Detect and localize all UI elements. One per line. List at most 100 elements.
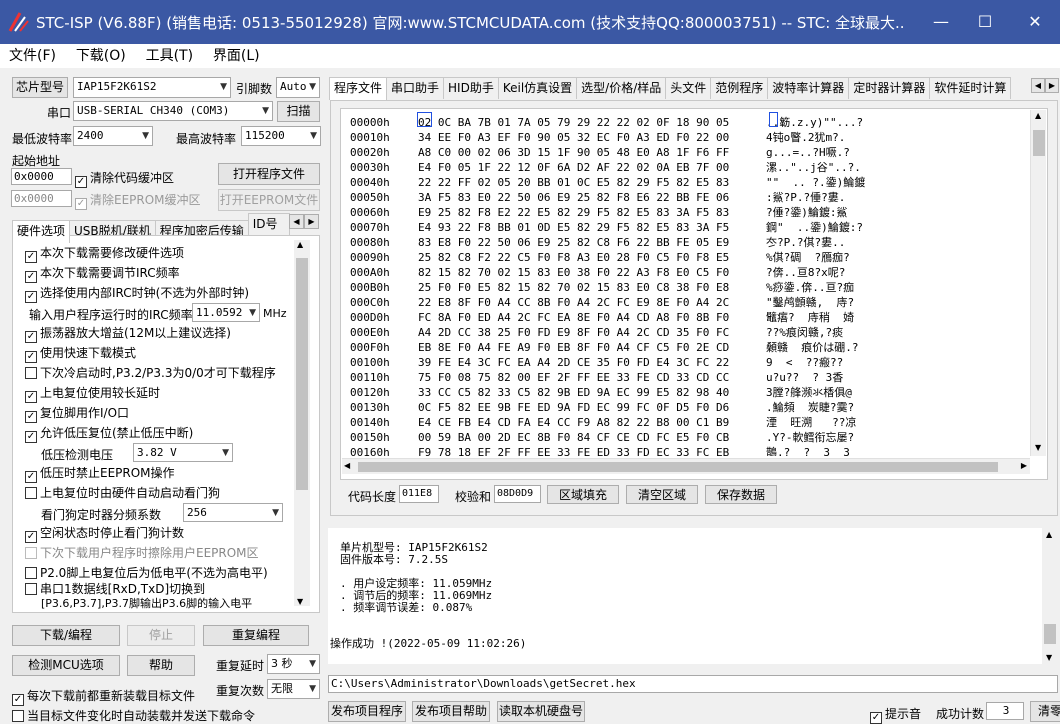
tab-scroll-left-icon[interactable]: ◀ — [289, 214, 304, 229]
hw-option-8[interactable]: 复位脚用作I/O口 — [25, 405, 129, 423]
clear-code-checkbox[interactable]: 清除代码缓冲区 — [75, 169, 174, 188]
clear-code-text: 清除代码缓冲区 — [90, 171, 175, 185]
hex-vertical-scrollbar[interactable]: ▲ ▼ — [1030, 110, 1046, 456]
scroll-thumb[interactable] — [358, 462, 998, 472]
hw-option-12[interactable]: 空闲状态时停止看门狗计数 — [25, 525, 184, 543]
low-voltage-select[interactable]: 3.82 V ▼ — [133, 443, 233, 462]
close-button[interactable]: ✕ — [1012, 6, 1058, 38]
watchdog-divider-select[interactable]: 256 ▼ — [183, 503, 283, 522]
save-data-button[interactable]: 保存数据 — [705, 485, 777, 504]
port-select[interactable]: USB-SERIAL CH340 (COM3) ▼ — [73, 101, 273, 121]
hex-row: 000A0h 82 15 82 70 02 15 83 E0 38 F0 22 A… — [350, 266, 846, 279]
right-tab-scroll-right-icon[interactable]: ▶ — [1045, 78, 1059, 93]
hex-horizontal-scrollbar[interactable]: ◀ ▶ — [342, 458, 1030, 474]
scroll-down-icon[interactable]: ▼ — [297, 597, 303, 606]
check-icon — [25, 291, 37, 303]
beep-checkbox[interactable]: 提示音 — [870, 705, 921, 724]
open-program-file-button[interactable]: 打开程序文件 — [218, 163, 320, 185]
scroll-thumb[interactable] — [296, 258, 308, 490]
scroll-thumb[interactable] — [1033, 130, 1045, 156]
scroll-left-icon[interactable]: ◀ — [344, 461, 350, 470]
scroll-thumb[interactable] — [1044, 624, 1056, 644]
info-log-scrollbar[interactable]: ▲ ▼ — [1042, 528, 1058, 664]
help-button[interactable]: 帮助 — [127, 655, 195, 676]
hex-editor[interactable]: 00000h 02 0C BA 7B 01 7A 05 79 29 22 22 0… — [342, 110, 1028, 456]
maximize-button[interactable]: ☐ — [962, 6, 1008, 38]
pins-label: 引脚数 — [236, 82, 273, 96]
start-address-label: 起始地址 — [12, 154, 61, 168]
auto-reload-text: 当目标文件变化时自动装载并发送下载命令 — [27, 709, 256, 723]
repeat-count-select[interactable]: 无限 ▼ — [267, 679, 320, 699]
watchdog-divider-label: 看门狗定时器分频系数 — [41, 508, 162, 522]
irc-frequency-select[interactable]: 11.0592 ▼ — [192, 303, 260, 322]
tab-program-file[interactable]: 程序文件 — [329, 77, 388, 100]
scroll-up-icon[interactable]: ▲ — [1035, 111, 1041, 120]
eeprom-address-input[interactable]: 0x0000 — [11, 190, 72, 207]
hw-option-13[interactable]: 下次下载用户程序时擦除用户EEPROM区 — [25, 545, 259, 561]
hw-option-11[interactable]: 上电复位时由硬件自动启动看门狗 — [25, 485, 220, 501]
scroll-down-icon[interactable]: ▼ — [1035, 443, 1041, 452]
hw-option-text: 本次下载需要修改硬件选项 — [40, 246, 185, 260]
max-baud-select[interactable]: 115200 ▼ — [241, 126, 321, 146]
tab-hid-assistant[interactable]: HID助手 — [443, 77, 499, 99]
hw-option-4[interactable]: 振荡器放大增益(12M以上建议选择) — [25, 325, 231, 343]
repeat-delay-select[interactable]: 3 秒 ▼ — [267, 654, 320, 674]
tab-selection-price[interactable]: 选型/价格/样品 — [576, 77, 667, 99]
scroll-right-icon[interactable]: ▶ — [1021, 461, 1027, 470]
hw-option-14[interactable]: P2.0脚上电复位后为低电平(不选为高电平) — [25, 565, 268, 581]
tab-serial-assistant[interactable]: 串口助手 — [386, 77, 445, 99]
clear-area-button[interactable]: 清空区域 — [626, 485, 698, 504]
tab-scroll-right-icon[interactable]: ▶ — [304, 214, 319, 229]
hw-option-6[interactable]: 下次冷启动时,P3.2/P3.3为0/0才可下载程序 — [25, 365, 276, 381]
stop-button[interactable]: 停止 — [127, 625, 195, 646]
tab-delay-calculator[interactable]: 软件延时计算 — [929, 77, 1012, 99]
tab-timer-calculator[interactable]: 定时器计算器 — [848, 77, 931, 99]
scroll-up-icon[interactable]: ▲ — [297, 240, 303, 249]
download-program-button[interactable]: 下载/编程 — [12, 625, 120, 646]
hw-option-3[interactable]: 选择使用内部IRC时钟(不选为外部时钟) — [25, 285, 249, 303]
menu-download[interactable]: 下载(O) — [67, 44, 133, 66]
read-disk-id-button[interactable]: 读取本机硬盘号 — [497, 701, 585, 722]
code-address-input[interactable]: 0x0000 — [11, 168, 72, 185]
publish-help-button[interactable]: 发布项目帮助 — [412, 701, 490, 722]
hw-options-scrollbar[interactable]: ▲ ▼ — [294, 240, 310, 606]
chip-model-button[interactable]: 芯片型号 — [12, 77, 68, 98]
minimize-button[interactable]: — — [918, 6, 964, 38]
hw-option-15[interactable]: 串口1数据线[RxD,TxD]切换到 — [25, 583, 205, 595]
repeat-program-button[interactable]: 重复编程 — [203, 625, 309, 646]
clear-eeprom-checkbox[interactable]: 清除EEPROM缓冲区 — [75, 191, 201, 210]
tab-hardware-options[interactable]: 硬件选项 — [12, 220, 71, 243]
hw-option-7[interactable]: 上电复位使用较长延时 — [25, 385, 160, 403]
hw-option-9[interactable]: 允许低压复位(禁止低压中断) — [25, 425, 193, 443]
tab-keil-settings[interactable]: Keil仿真设置 — [497, 77, 578, 99]
tab-header-file[interactable]: 头文件 — [665, 77, 712, 99]
auto-reload-checkbox[interactable]: 当目标文件变化时自动装载并发送下载命令 — [12, 707, 255, 724]
chip-model-select[interactable]: IAP15F2K61S2 ▼ — [73, 77, 231, 98]
reload-before-download-checkbox[interactable]: 每次下载前都重新装载目标文件 — [12, 687, 195, 706]
tab-example-programs[interactable]: 范例程序 — [710, 77, 769, 99]
hw-option-1[interactable]: 本次下载需要修改硬件选项 — [25, 245, 184, 263]
open-eeprom-file-button[interactable]: 打开EEPROM文件 — [218, 189, 320, 211]
hw-option-text: 复位脚用作I/O口 — [40, 406, 130, 420]
scan-button[interactable]: 扫描 — [277, 101, 320, 122]
publish-project-button[interactable]: 发布项目程序 — [328, 701, 406, 722]
scroll-up-icon[interactable]: ▲ — [1046, 530, 1052, 539]
info-log: 单片机型号: IAP15F2K61S2 固件版本号: 7.2.5S . 用户设定… — [328, 528, 1058, 664]
pins-select[interactable]: Auto ▼ — [276, 77, 320, 98]
hw-option-2[interactable]: 本次下载需要调节IRC频率 — [25, 265, 180, 283]
check-icon — [25, 471, 37, 483]
scroll-down-icon[interactable]: ▼ — [1046, 653, 1052, 662]
detect-mcu-button[interactable]: 检测MCU选项 — [12, 655, 120, 676]
tab-id[interactable]: ID号 — [247, 213, 290, 235]
right-tab-scroll-left-icon[interactable]: ◀ — [1031, 78, 1045, 93]
hw-option-5[interactable]: 使用快速下载模式 — [25, 345, 136, 363]
area-fill-button[interactable]: 区域填充 — [547, 485, 619, 504]
min-baud-select[interactable]: 2400 ▼ — [73, 126, 153, 146]
menu-interface[interactable]: 界面(L) — [204, 44, 267, 66]
file-path-field[interactable]: C:\Users\Administrator\Downloads\getSecr… — [328, 675, 1058, 693]
clear-count-button[interactable]: 清零 — [1030, 701, 1060, 722]
menu-file[interactable]: 文件(F) — [0, 44, 63, 66]
tab-baud-calculator[interactable]: 波特率计算器 — [767, 77, 850, 99]
menu-tools[interactable]: 工具(T) — [137, 44, 200, 66]
hw-option-10[interactable]: 低压时禁止EEPROM操作 — [25, 465, 175, 483]
